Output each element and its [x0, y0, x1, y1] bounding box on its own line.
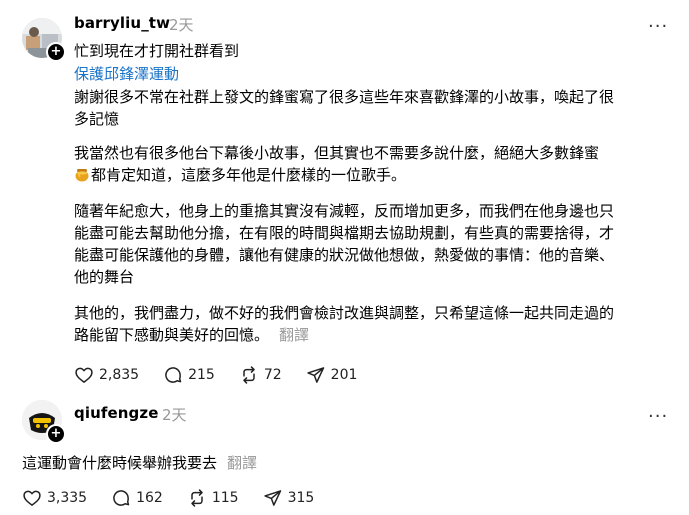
heart-icon	[75, 367, 93, 383]
translate-link[interactable]: 翻譯	[279, 326, 309, 344]
repost-count: 72	[263, 367, 282, 383]
post-actions: 2,835 215 72 201	[74, 365, 381, 385]
paragraph-3: 隨著年紀愈大，他身上的重擔其實沒有減輕，反而增加更多，而我們在他身邊也只 能盡可…	[74, 200, 674, 288]
share-count: 201	[330, 367, 358, 383]
repost-count: 115	[211, 490, 239, 506]
like-button[interactable]: 3,335	[22, 488, 87, 508]
comment-icon	[165, 367, 182, 383]
paragraph-4: 其他的，我們盡力，做不好的我們會檢討改進與調整，只希望這條一起共同走過的 路能留…	[74, 302, 674, 346]
comment-count: 162	[136, 490, 163, 506]
repost-icon	[191, 489, 203, 507]
post-actions: 3,335 162 115 315	[22, 488, 338, 508]
honey-pot-emoji-icon	[74, 166, 90, 182]
send-icon	[263, 490, 281, 506]
paragraph-line: 能盡可能去幫助他分擔，在有限的時間與檔期去協助規劃，有些真的需要捨得，才	[74, 224, 615, 242]
like-button[interactable]: 2,835	[74, 365, 139, 385]
paragraph-line: 謝謝很多不常在社群上發文的鋒蜜寫了很多這些年來喜歡鋒澤的小故事，喚起了很	[74, 88, 615, 106]
post-qiufengze: + qiufengze 2天 ··· 這運動會什麼時候舉辦我要去 翻譯 3,335…	[0, 392, 689, 515]
paragraph-1: 謝謝很多不常在社群上發文的鋒蜜寫了很多這些年來喜歡鋒澤的小故事，喚起了很 多記憶	[74, 86, 674, 130]
repost-icon	[243, 366, 255, 384]
hashtag-link[interactable]: 保護邱鋒澤運動	[74, 63, 179, 85]
share-button[interactable]: 201	[306, 365, 358, 385]
paragraph-line: 能盡可能保護他的身體，讓他有健康的狀況做他想做，熱愛做的事情：他的音樂、	[74, 246, 615, 264]
paragraph-line: 多記憶	[74, 110, 120, 128]
more-options-button[interactable]: ···	[648, 408, 668, 426]
post-time: 2天	[162, 406, 187, 424]
share-count: 315	[287, 490, 315, 506]
post-barryliu: + barryliu_tw 2天 ··· 忙到現在才打開社群看到 保護邱鋒澤運動…	[0, 0, 689, 392]
post-text: 這運動會什麼時候舉辦我要去 翻譯	[22, 452, 257, 474]
paragraph-2: 我當然也有很多他台下幕後小故事，但其實也不需要多說什麼，絕絕大多數鋒蜜 都肯定知…	[74, 142, 674, 186]
post-username[interactable]: barryliu_tw	[74, 14, 170, 32]
share-button[interactable]: 315	[263, 488, 315, 508]
send-icon	[306, 367, 324, 383]
comment-button[interactable]: 215	[163, 365, 215, 385]
paragraph-line: 路能留下感動與美好的回憶。 翻譯	[74, 324, 674, 346]
paragraph-line: 我當然也有很多他台下幕後小故事，但其實也不需要多說什麼，絕絕大多數鋒蜜	[74, 144, 600, 162]
repost-button[interactable]: 72	[239, 365, 282, 385]
paragraph-line: 都肯定知道，這麼多年他是什麼樣的一位歌手。	[74, 164, 674, 186]
post-line: 忙到現在才打開社群看到	[74, 42, 240, 60]
comment-icon	[113, 490, 130, 506]
post-username[interactable]: qiufengze	[74, 404, 158, 422]
comment-count: 215	[188, 367, 215, 383]
comment-button[interactable]: 162	[111, 488, 163, 508]
paragraph-text: 都肯定知道，這麼多年他是什麼樣的一位歌手。	[91, 166, 407, 184]
follow-plus-icon[interactable]: +	[46, 424, 66, 444]
paragraph-line: 隨著年紀愈大，他身上的重擔其實沒有減輕，反而增加更多，而我們在他身邊也只	[74, 202, 615, 220]
avatar-qiufengze[interactable]: +	[22, 400, 66, 444]
paragraph-text: 路能留下感動與美好的回憶。	[74, 326, 270, 344]
post-text-content: 這運動會什麼時候舉辦我要去	[22, 454, 218, 472]
paragraph-line: 他的舞台	[74, 268, 135, 286]
heart-icon	[23, 490, 41, 506]
paragraph-line: 其他的，我們盡力，做不好的我們會檢討改進與調整，只希望這條一起共同走過的	[74, 304, 615, 322]
avatar-barryliu[interactable]: +	[22, 18, 66, 62]
follow-plus-icon[interactable]: +	[46, 42, 66, 62]
like-count: 2,835	[99, 367, 140, 383]
like-count: 3,335	[47, 490, 88, 506]
translate-link[interactable]: 翻譯	[227, 454, 257, 472]
repost-button[interactable]: 115	[187, 488, 239, 508]
post-time: 2天	[169, 16, 194, 34]
more-options-button[interactable]: ···	[648, 18, 668, 36]
